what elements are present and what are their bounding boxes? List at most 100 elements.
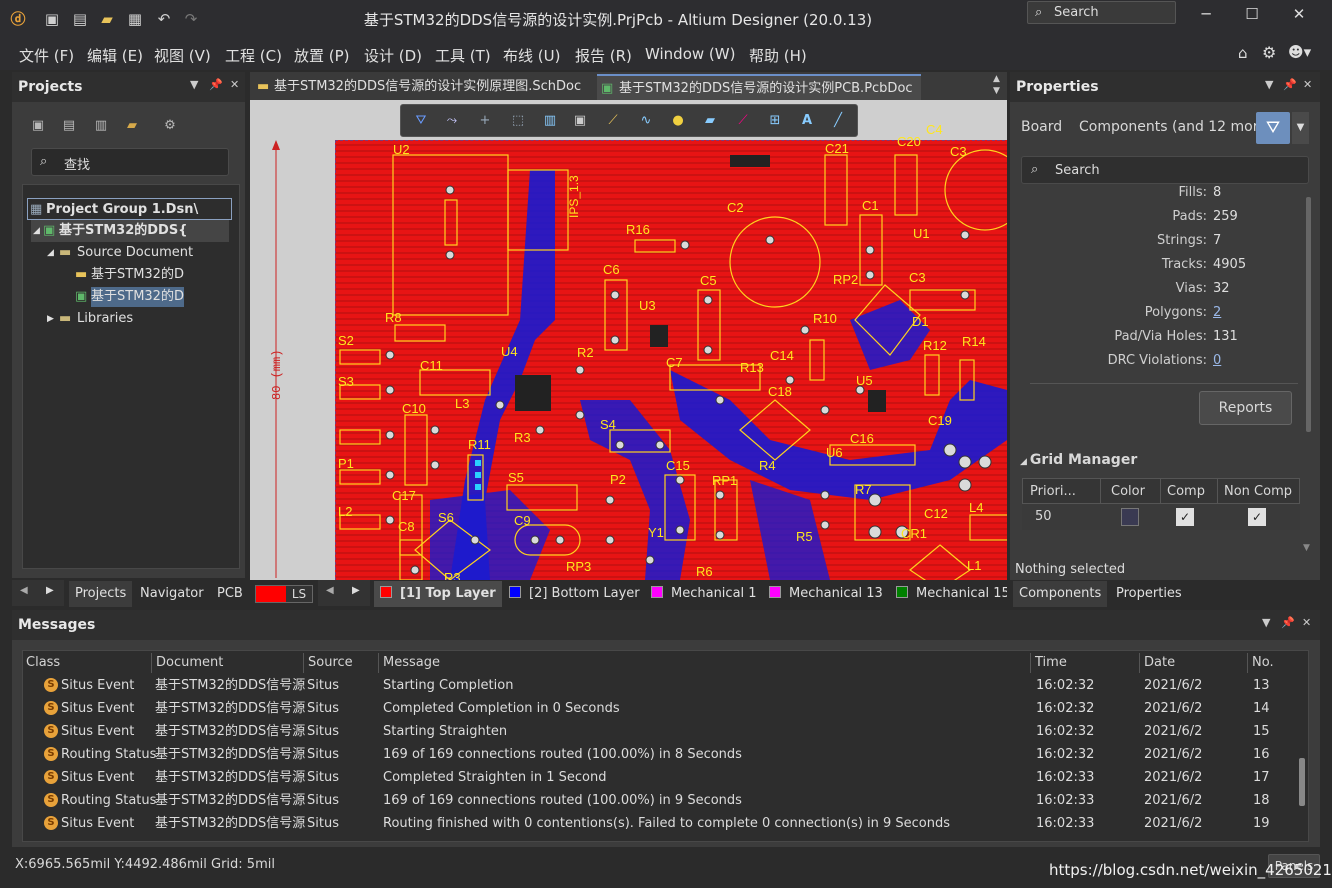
minimize-button[interactable]: ─	[1183, 4, 1229, 26]
col-document[interactable]: Document	[152, 653, 304, 673]
col-date[interactable]: Date	[1140, 653, 1248, 673]
menu-reports[interactable]: 报告 (R)	[575, 45, 632, 66]
tree-item-libraries[interactable]: ▶ ▬ Libraries	[45, 308, 235, 330]
message-row[interactable]: S Situs Event 基于STM32的DDS信号源 Situs Completed…	[24, 697, 1294, 720]
layer-tab-mechanical-13[interactable]: Mechanical 13	[763, 581, 889, 607]
pin-icon[interactable]: 📌	[1281, 616, 1295, 629]
collapse-arrow-icon[interactable]: ◢	[47, 242, 54, 264]
compile-icon[interactable]: ▥	[92, 117, 110, 135]
close-button[interactable]: ✕	[1276, 4, 1322, 26]
filter-icon[interactable]: ⛛	[412, 112, 430, 130]
layer-tab-mechanical-15[interactable]: Mechanical 15	[890, 581, 1007, 607]
tab-components[interactable]: Components	[1013, 581, 1108, 607]
message-row[interactable]: S Situs Event 基于STM32的DDS信号源 Situs Routing f…	[24, 812, 1294, 835]
save-all-icon[interactable]: ▤	[60, 117, 78, 135]
menu-design[interactable]: 设计 (D)	[364, 45, 422, 66]
pcb-editor-canvas[interactable]: 80 (mm) U2 C3 C21 C20 C4 C2 C1 R16 U1 C6 C5 U3 RP2 C3…	[250, 100, 1007, 580]
scroll-left-icon[interactable]: ◀	[326, 585, 334, 596]
message-row[interactable]: S Routing Status 基于STM32的DDS信号源 Situs 169 of…	[24, 743, 1294, 766]
menu-file[interactable]: 文件 (F)	[19, 45, 74, 66]
project-options-icon[interactable]: ▰	[123, 117, 141, 135]
menu-route[interactable]: 布线 (U)	[503, 45, 560, 66]
user-account-icon[interactable]: ☻▾	[1288, 43, 1311, 61]
filter-button[interactable]: ⛛	[1256, 112, 1290, 144]
tab-scroll-down-icon[interactable]: ▼	[993, 86, 1000, 96]
collapse-arrow-icon[interactable]: ◢	[33, 220, 40, 242]
tab-schdoc[interactable]: ▬ 基于STM32的DDS信号源的设计实例原理图.SchDoc	[252, 74, 596, 100]
tab-projects[interactable]: Projects	[69, 581, 133, 607]
col-message[interactable]: Message	[379, 653, 1031, 673]
crosshair-icon[interactable]: +	[476, 112, 494, 130]
menu-project[interactable]: 工程 (C)	[225, 45, 282, 66]
line-icon[interactable]: ╱	[829, 112, 847, 130]
properties-scrollbar[interactable]	[1306, 197, 1311, 432]
filter-dropdown-button[interactable]: ▼	[1292, 112, 1309, 144]
grid-row[interactable]: 50 ✓ ✓	[1022, 504, 1300, 530]
tab-navigator[interactable]: Navigator	[134, 581, 210, 607]
interactive-route-icon[interactable]: ⤳	[443, 112, 461, 130]
grid-col-color[interactable]: Color	[1111, 484, 1145, 499]
menu-help[interactable]: 帮助 (H)	[749, 45, 807, 66]
current-layer-indicator[interactable]: LS	[255, 585, 313, 603]
expand-arrow-icon[interactable]: ▶	[47, 308, 54, 330]
grid-color-swatch[interactable]	[1121, 508, 1139, 526]
settings-icon[interactable]: ⚙	[161, 117, 179, 135]
message-row[interactable]: S Routing Status 基于STM32的DDS信号源 Situs 169 of…	[24, 789, 1294, 812]
layer-tab-mechanical-1[interactable]: Mechanical 1	[645, 581, 763, 607]
polygon-icon[interactable]: ▰	[701, 112, 719, 130]
grid-manager-header[interactable]: ◢ Grid Manager	[1020, 452, 1137, 468]
menu-edit[interactable]: 编辑 (E)	[87, 45, 143, 66]
message-row[interactable]: S Situs Event 基于STM32的DDS信号源 Situs Completed…	[24, 766, 1294, 789]
pin-icon[interactable]: 📌	[209, 78, 223, 91]
message-row[interactable]: S Situs Event 基于STM32的DDS信号源 Situs Starting …	[24, 674, 1294, 697]
scroll-left-icon[interactable]: ◀	[20, 585, 28, 596]
route-track-icon[interactable]: ⟋	[604, 112, 622, 130]
tree-item-project-group[interactable]: ▦ Project Group 1.Dsn\	[27, 198, 232, 220]
dimension-icon[interactable]: ⊞	[766, 112, 784, 130]
save-project-icon[interactable]: ▣	[29, 117, 47, 135]
scroll-right-icon[interactable]: ▶	[46, 585, 54, 596]
gear-icon[interactable]: ⚙	[1262, 43, 1276, 62]
menu-tools[interactable]: 工具 (T)	[435, 45, 491, 66]
string-text-icon[interactable]: A	[798, 112, 816, 130]
grid-col-non-comp[interactable]: Non Comp	[1224, 484, 1292, 499]
select-rectangle-icon[interactable]: ⬚	[509, 112, 527, 130]
panel-menu-icon[interactable]: ▼	[1265, 78, 1273, 91]
tab-scroll-up-icon[interactable]: ▲	[993, 74, 1000, 84]
reports-button[interactable]: Reports	[1199, 391, 1292, 425]
menu-view[interactable]: 视图 (V)	[154, 45, 211, 66]
pin-icon[interactable]: 📌	[1283, 78, 1297, 91]
comp-checkbox[interactable]: ✓	[1176, 508, 1194, 526]
panel-menu-icon[interactable]: ▼	[1262, 616, 1270, 629]
drc-violations-link[interactable]: 0	[1213, 353, 1221, 368]
properties-search-input[interactable]: ⌕ Search	[1021, 156, 1309, 184]
message-row[interactable]: S Situs Event 基于STM32的DDS信号源 Situs Starting …	[24, 720, 1294, 743]
col-class[interactable]: Class	[22, 653, 152, 673]
col-source[interactable]: Source	[304, 653, 379, 673]
diff-pair-icon[interactable]: ∿	[637, 112, 655, 130]
global-search-input[interactable]: ⌕ Search	[1027, 1, 1176, 24]
tab-properties[interactable]: Properties	[1110, 581, 1188, 607]
align-icon[interactable]: ▥	[541, 112, 559, 130]
layer-tab-top[interactable]: [1] Top Layer	[374, 581, 502, 607]
panel-close-icon[interactable]: ✕	[230, 78, 239, 91]
keepout-icon[interactable]: ⟋	[734, 112, 752, 130]
menu-place[interactable]: 放置 (P)	[294, 45, 350, 66]
menu-window[interactable]: Window (W)	[645, 45, 735, 63]
project-search-input[interactable]: ⌕ 查找	[31, 148, 229, 176]
tree-item-pcbdoc[interactable]: ▣ 基于STM32的D	[73, 286, 231, 308]
tree-item-source-documents[interactable]: ◢ ▬ Source Document	[45, 242, 235, 264]
tab-pcb[interactable]: PCB	[211, 581, 249, 607]
maximize-button[interactable]: ☐	[1229, 4, 1275, 26]
grid-col-priority[interactable]: Priori...	[1030, 484, 1076, 499]
tree-item-pcb-project[interactable]: ◢ ▣ 基于STM32的DDS{	[31, 220, 229, 242]
panel-close-icon[interactable]: ✕	[1303, 78, 1312, 91]
via-icon[interactable]: ●	[669, 112, 687, 130]
home-icon[interactable]: ⌂	[1238, 44, 1248, 62]
messages-scrollbar[interactable]	[1299, 758, 1305, 806]
col-time[interactable]: Time	[1031, 653, 1140, 673]
component-icon[interactable]: ▣	[571, 112, 589, 130]
grid-col-comp[interactable]: Comp	[1167, 484, 1205, 499]
layer-tab-bottom[interactable]: [2] Bottom Layer	[503, 581, 646, 607]
panel-menu-icon[interactable]: ▼	[190, 78, 198, 91]
